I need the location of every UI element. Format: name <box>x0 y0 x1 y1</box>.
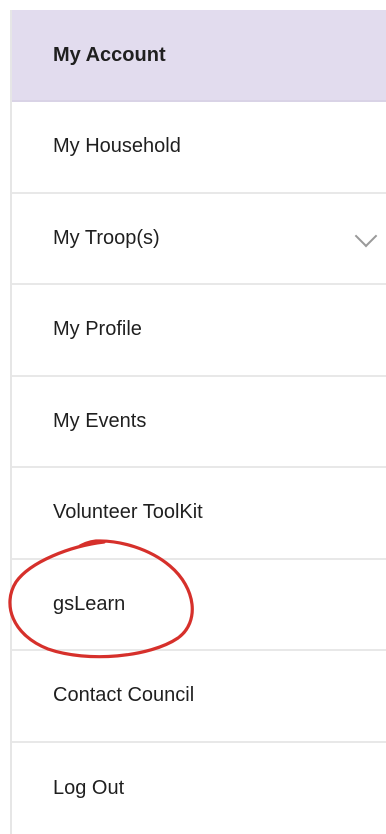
menu-item-label: Log Out <box>53 777 124 800</box>
chevron-down-icon[interactable] <box>355 225 378 248</box>
menu-item-contact-council[interactable]: Contact Council <box>12 651 386 743</box>
menu-item-log-out[interactable]: Log Out <box>12 743 386 834</box>
menu-item-my-account[interactable]: My Account <box>12 10 386 102</box>
menu-item-my-household[interactable]: My Household <box>12 102 386 194</box>
menu-item-gslearn[interactable]: gsLearn <box>12 560 386 652</box>
menu-item-volunteer-toolkit[interactable]: Volunteer ToolKit <box>12 468 386 560</box>
menu-item-label: My Household <box>53 135 181 158</box>
account-menu: My Account My Household My Troop(s) My P… <box>10 10 386 834</box>
menu-item-label: My Account <box>53 44 166 67</box>
menu-item-label: gsLearn <box>53 593 125 616</box>
menu-item-label: My Profile <box>53 318 142 341</box>
menu-item-my-profile[interactable]: My Profile <box>12 285 386 377</box>
menu-item-my-events[interactable]: My Events <box>12 377 386 469</box>
menu-item-label: Volunteer ToolKit <box>53 501 203 524</box>
menu-item-my-troops[interactable]: My Troop(s) <box>12 194 386 286</box>
menu-item-label: My Troop(s) <box>53 227 160 250</box>
menu-item-label: My Events <box>53 410 146 433</box>
menu-item-label: Contact Council <box>53 684 194 707</box>
